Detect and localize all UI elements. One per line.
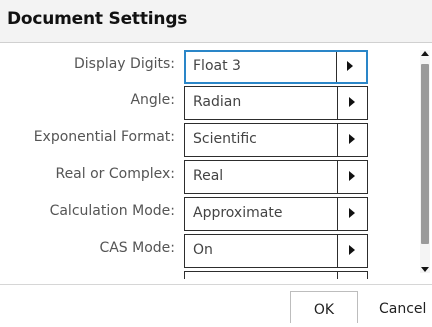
triangle-right-icon — [349, 97, 355, 107]
exponential-format-label: Exponential Format: — [33, 129, 175, 145]
triangle-right-icon — [349, 245, 355, 255]
cas-mode-select[interactable]: On — [184, 234, 368, 268]
setting-row-display-digits: Display Digits: Float 3 — [0, 50, 400, 84]
real-or-complex-label: Real or Complex: — [55, 166, 175, 182]
scrollbar-thumb[interactable] — [421, 64, 429, 244]
calculation-mode-dropdown-button[interactable] — [337, 198, 367, 230]
angle-label: Angle: — [130, 92, 175, 108]
exponential-format-select[interactable]: Scientific — [184, 123, 368, 157]
ok-button[interactable]: OK — [290, 291, 358, 323]
calculation-mode-label: Calculation Mode: — [49, 203, 175, 219]
triangle-right-icon — [347, 61, 353, 71]
triangle-up-icon[interactable] — [421, 51, 429, 56]
cas-mode-value: On — [193, 242, 213, 258]
cancel-button[interactable]: Cancel — [373, 291, 432, 323]
angle-dropdown-button[interactable] — [337, 87, 367, 119]
exponential-format-value: Scientific — [193, 131, 257, 147]
real-or-complex-select[interactable]: Real — [184, 160, 368, 194]
calculation-mode-value: Approximate — [193, 205, 283, 221]
angle-select[interactable]: Radian — [184, 86, 368, 120]
setting-row-angle: Angle: Radian — [0, 86, 400, 120]
triangle-right-icon — [349, 171, 355, 181]
settings-scrollbar[interactable] — [420, 50, 430, 273]
dialog-title: Document Settings — [7, 9, 188, 29]
next-setting-dropdown-button[interactable] — [337, 272, 367, 279]
triangle-down-icon[interactable] — [421, 267, 429, 272]
setting-row-exponential-format: Exponential Format: Scientific — [0, 123, 400, 157]
calculation-mode-select[interactable]: Approximate — [184, 197, 368, 231]
cas-mode-dropdown-button[interactable] — [337, 235, 367, 267]
next-setting-select[interactable] — [184, 271, 368, 279]
document-settings-dialog: Document Settings Display Digits: Float … — [0, 0, 432, 323]
display-digits-dropdown-button[interactable] — [336, 52, 366, 82]
display-digits-label: Display Digits: — [73, 56, 175, 72]
triangle-right-icon — [349, 134, 355, 144]
cas-mode-label: CAS Mode: — [99, 240, 175, 256]
real-or-complex-dropdown-button[interactable] — [337, 161, 367, 193]
setting-row-cas-mode: CAS Mode: On — [0, 234, 400, 268]
setting-row-calculation-mode: Calculation Mode: Approximate — [0, 197, 400, 231]
setting-row-partial — [0, 271, 400, 279]
real-or-complex-value: Real — [193, 168, 224, 184]
button-divider — [0, 284, 432, 285]
display-digits-value: Float 3 — [193, 58, 241, 74]
dialog-title-bar: Document Settings — [0, 0, 432, 43]
display-digits-select[interactable]: Float 3 — [184, 50, 368, 84]
angle-value: Radian — [193, 94, 242, 110]
triangle-right-icon — [349, 208, 355, 218]
exponential-format-dropdown-button[interactable] — [337, 124, 367, 156]
setting-row-real-or-complex: Real or Complex: Real — [0, 160, 400, 194]
